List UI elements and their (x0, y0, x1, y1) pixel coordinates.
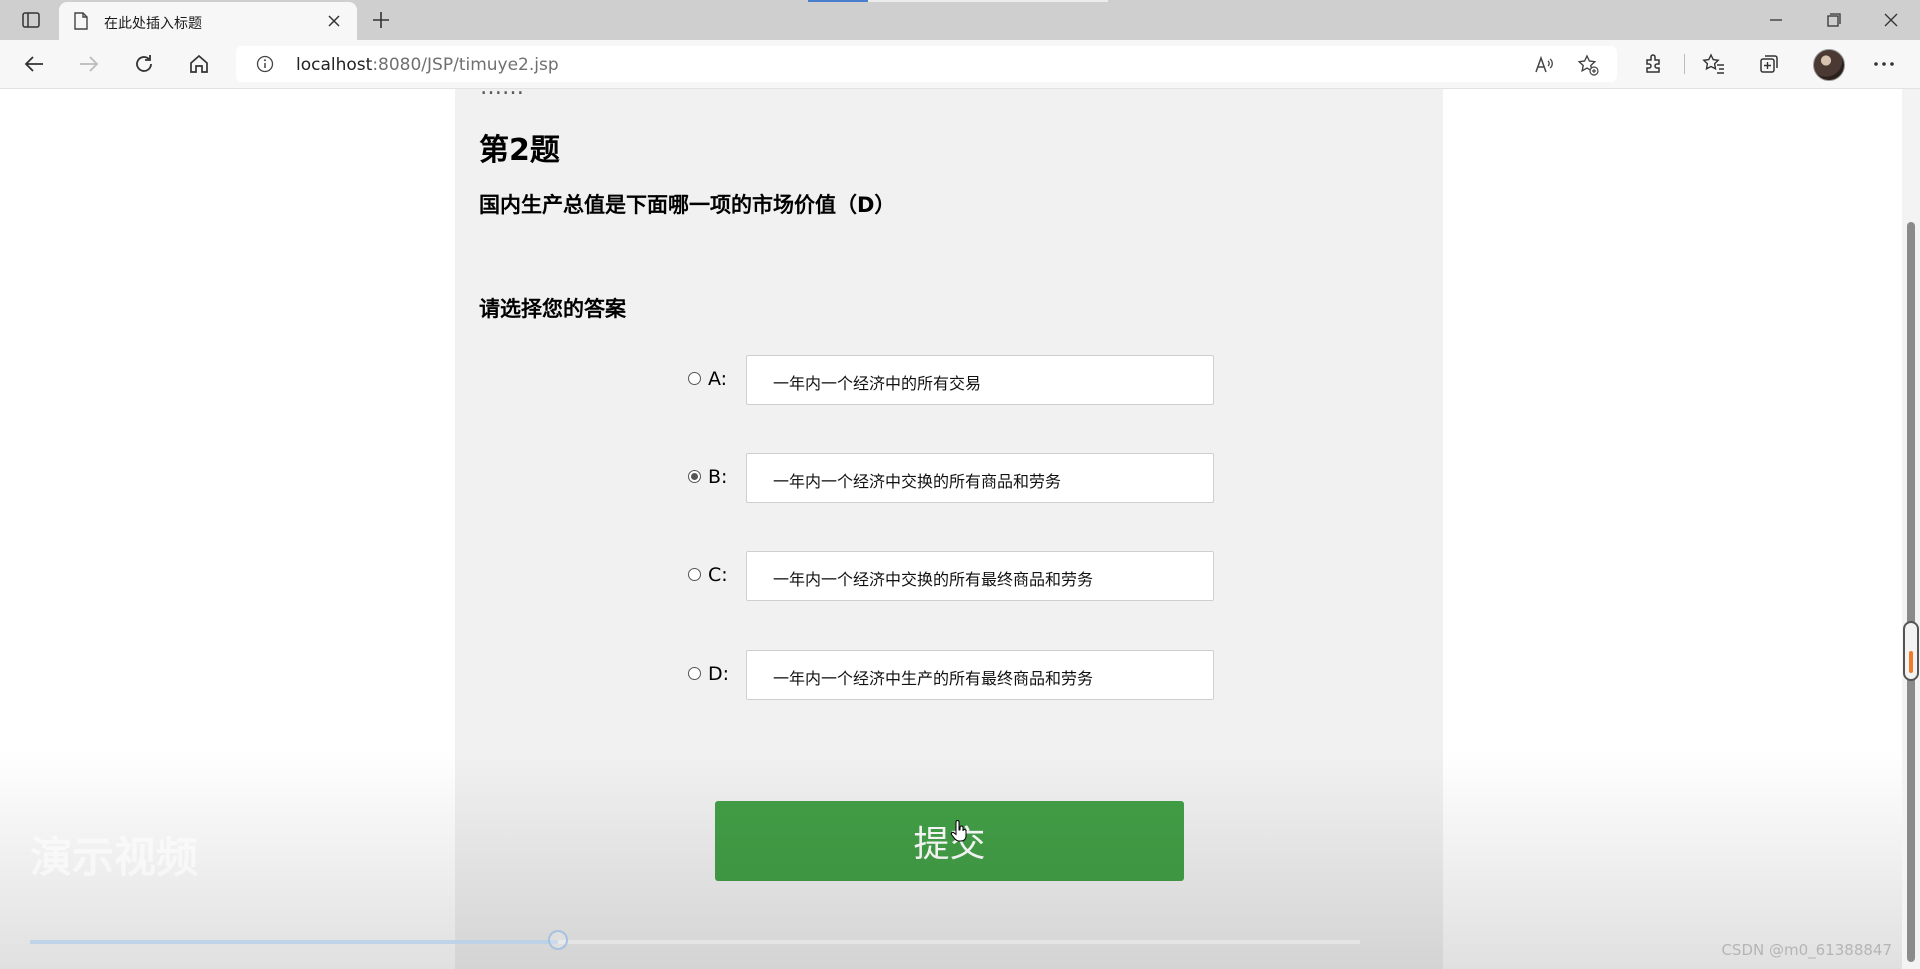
reload-icon[interactable] (131, 51, 157, 77)
url-host: localhost (296, 55, 373, 75)
new-tab-icon[interactable] (368, 8, 394, 32)
profile-avatar[interactable] (1813, 49, 1845, 81)
tab-title: 在此处插入标题 (104, 16, 202, 32)
add-favorite-icon[interactable] (1577, 54, 1599, 76)
option-c-letter: C: (708, 564, 728, 586)
tab-strip: 在此处插入标题 (0, 0, 1920, 40)
option-a-radio[interactable] (688, 372, 701, 385)
close-tab-icon[interactable] (325, 12, 343, 30)
toolbar-divider (1684, 54, 1685, 74)
restore-icon[interactable] (1818, 8, 1848, 32)
scroll-thumb[interactable] (1907, 222, 1915, 962)
url-path: :8080/JSP/timuye2.jsp (372, 55, 559, 75)
scroll-position-marker (1903, 621, 1919, 681)
more-menu-icon[interactable] (1871, 51, 1897, 77)
browser-toolbar: localhost:8080/JSP/timuye2.jsp (0, 40, 1920, 89)
option-b-box[interactable]: 一年内一个经济中交换的所有商品和劳务 (746, 453, 1214, 503)
page-scrollbar[interactable] (1902, 89, 1920, 969)
address-bar[interactable]: localhost:8080/JSP/timuye2.jsp (236, 46, 1617, 82)
video-watermark: 演示视频 (30, 833, 199, 882)
video-seek-bar[interactable] (30, 930, 1360, 950)
option-a-letter: A: (708, 368, 728, 390)
question-number: 第2题 (479, 133, 560, 168)
minimize-icon[interactable] (1761, 8, 1791, 32)
option-d-letter: D: (708, 663, 730, 685)
option-a-text: 一年内一个经济中的所有交易 (773, 374, 982, 393)
seek-handle[interactable] (548, 930, 568, 950)
hand-cursor-icon (950, 820, 968, 846)
info-icon[interactable] (256, 55, 274, 77)
option-a-box[interactable]: 一年内一个经济中的所有交易 (746, 355, 1214, 405)
collections-icon[interactable] (1756, 51, 1782, 77)
page-viewport: …… 第2题 国内生产总值是下面哪一项的市场价值（D） 请选择您的答案 A: 一… (0, 89, 1902, 969)
tab-accent-secondary (868, 0, 1108, 2)
option-c-box[interactable]: 一年内一个经济中交换的所有最终商品和劳务 (746, 551, 1214, 601)
read-aloud-icon[interactable] (1533, 54, 1555, 76)
close-window-icon[interactable] (1876, 8, 1906, 32)
tab-accent (808, 0, 868, 2)
option-d-text: 一年内一个经济中生产的所有最终商品和劳务 (773, 669, 1094, 688)
option-b-radio[interactable] (688, 470, 701, 483)
browser-tab[interactable]: 在此处插入标题 (59, 2, 357, 40)
question-text: 国内生产总值是下面哪一项的市场价值（D） (479, 193, 896, 217)
option-c-radio[interactable] (688, 568, 701, 581)
option-b-letter: B: (708, 466, 728, 488)
back-arrow-icon[interactable] (21, 51, 47, 77)
cut-off-heading: …… (480, 89, 524, 100)
page-icon (74, 12, 88, 34)
csdn-watermark: CSDN @m0_61388847 (1721, 941, 1892, 959)
option-b-text: 一年内一个经济中交换的所有商品和劳务 (773, 472, 1062, 491)
tab-actions-icon[interactable] (18, 8, 44, 32)
seek-progress-fill (30, 940, 558, 944)
home-icon[interactable] (186, 51, 212, 77)
forward-arrow-icon[interactable] (76, 51, 102, 77)
extensions-icon[interactable] (1641, 51, 1667, 77)
favorites-icon[interactable] (1701, 51, 1727, 77)
option-d-box[interactable]: 一年内一个经济中生产的所有最终商品和劳务 (746, 650, 1214, 700)
url-text[interactable]: localhost:8080/JSP/timuye2.jsp (296, 55, 559, 75)
option-c-text: 一年内一个经济中交换的所有最终商品和劳务 (773, 570, 1094, 589)
answer-prompt: 请选择您的答案 (479, 297, 626, 321)
option-d-radio[interactable] (688, 667, 701, 680)
